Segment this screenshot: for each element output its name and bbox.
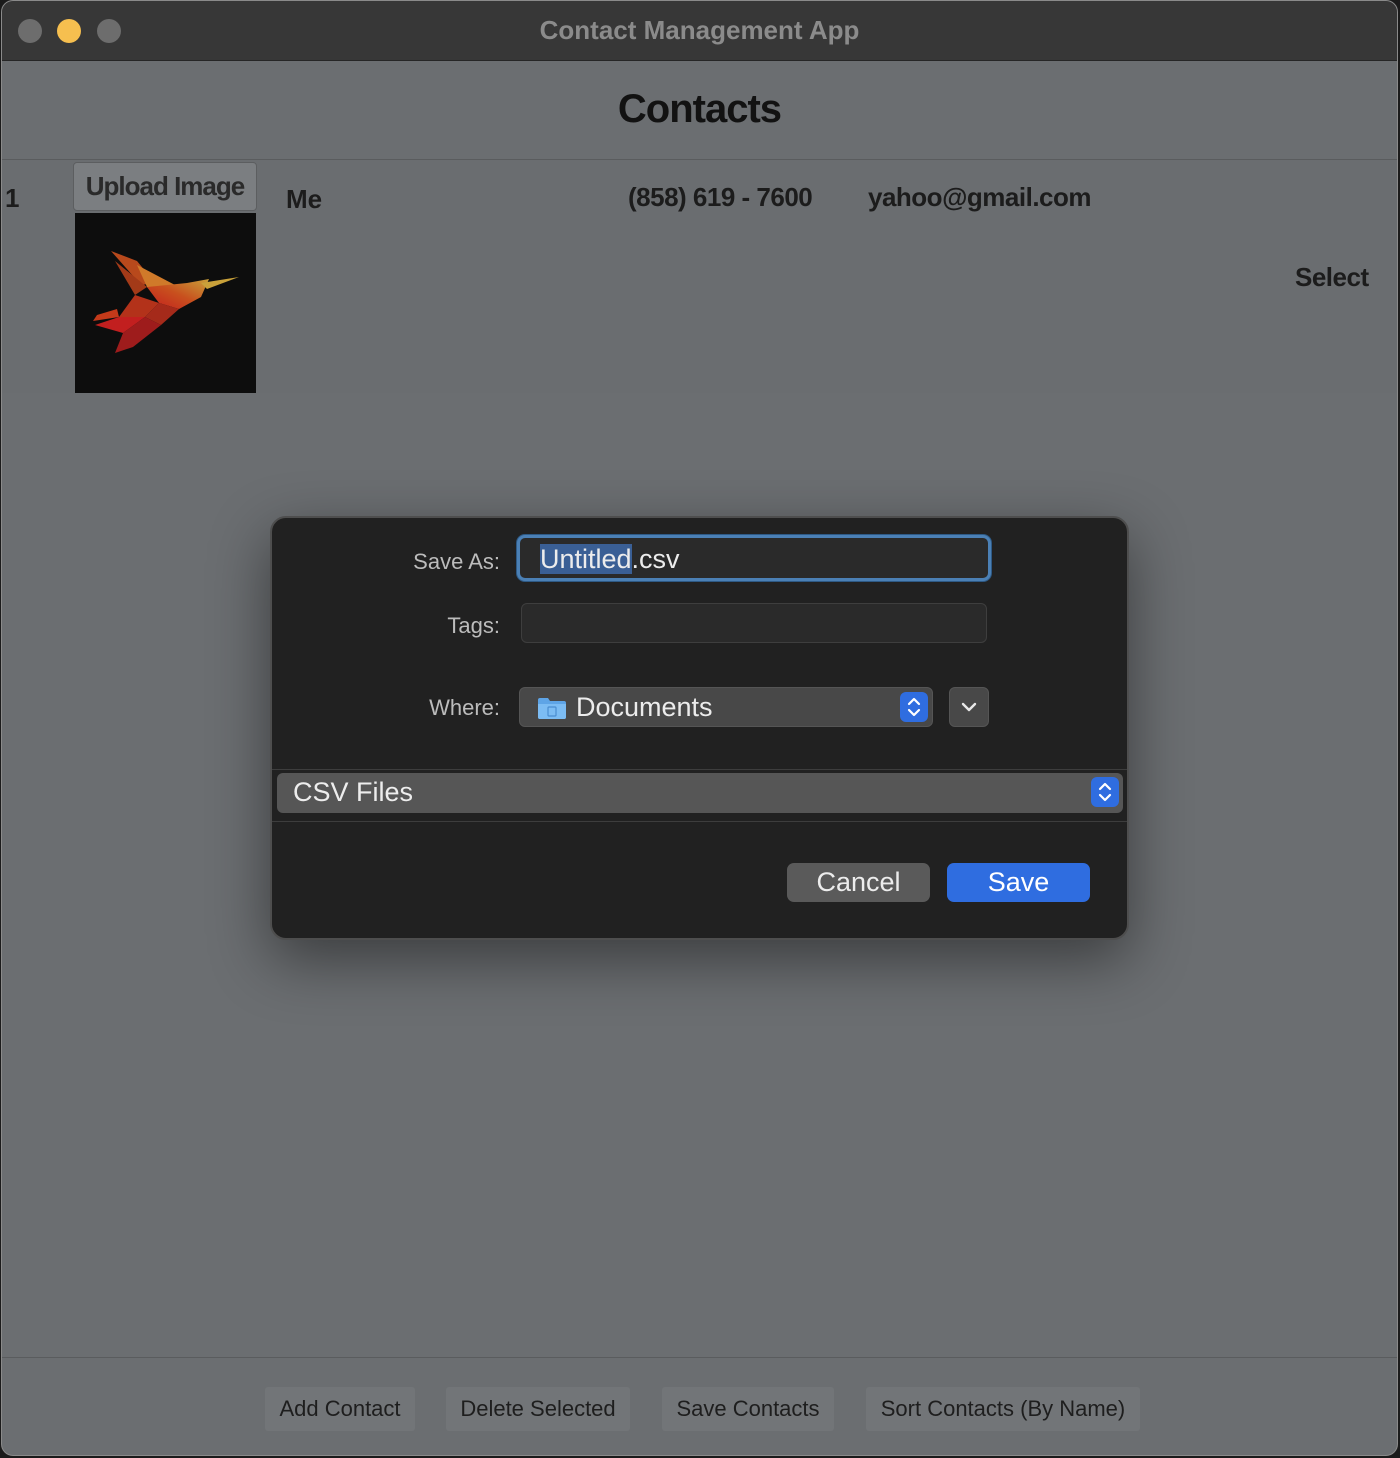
where-location-value: Documents: [576, 692, 713, 722]
divider: [272, 769, 1127, 770]
where-label: Where:: [429, 695, 500, 720]
chevron-down-icon: [961, 702, 977, 712]
sort-contacts-button[interactable]: Sort Contacts (By Name): [866, 1387, 1140, 1431]
upload-image-button[interactable]: Upload Image: [73, 162, 257, 211]
save-as-label: Save As:: [413, 549, 500, 574]
delete-selected-button[interactable]: Delete Selected: [446, 1387, 630, 1431]
contact-row: 1 Upload Image Me (858) 619 - 7600 yahoo…: [2, 160, 1397, 393]
select-contact-toggle[interactable]: Select: [1295, 262, 1369, 293]
contact-index: 1: [5, 183, 20, 213]
file-format-value: CSV Files: [293, 777, 414, 807]
contact-name: Me: [286, 184, 323, 214]
contact-phone: (858) 619 - 7600: [628, 182, 813, 212]
contact-photo: [75, 213, 256, 393]
hummingbird-icon: [93, 251, 239, 353]
window-title: Contact Management App: [539, 15, 860, 45]
where-location-popup[interactable]: Documents: [519, 687, 933, 727]
save-as-input[interactable]: Untitled.csv: [517, 535, 991, 581]
filename-text: Untitled.csv: [540, 544, 680, 575]
divider: [2, 1357, 1397, 1358]
folder-icon: [538, 698, 566, 719]
file-format-popup[interactable]: CSV Files: [277, 773, 1123, 813]
filename-extension: .csv: [631, 544, 680, 574]
save-dialog: Save As: Untitled.csv Tags: Where: Docum…: [270, 516, 1129, 940]
title-bar[interactable]: Contact Management App: [2, 1, 1397, 61]
add-contact-button[interactable]: Add Contact: [265, 1387, 415, 1431]
contact-email: yahoo@gmail.com: [868, 182, 1092, 212]
page-title: Contacts: [617, 87, 782, 131]
save-button[interactable]: Save: [947, 863, 1090, 902]
expand-dialog-button[interactable]: [949, 687, 989, 727]
tags-input[interactable]: [521, 603, 987, 643]
divider: [272, 821, 1127, 822]
tags-label: Tags:: [447, 613, 500, 638]
save-contacts-button[interactable]: Save Contacts: [662, 1387, 834, 1431]
popup-stepper-icon: [900, 692, 928, 722]
cancel-button[interactable]: Cancel: [787, 863, 930, 902]
filename-selection: Untitled: [540, 544, 632, 574]
popup-stepper-icon: [1091, 777, 1119, 807]
